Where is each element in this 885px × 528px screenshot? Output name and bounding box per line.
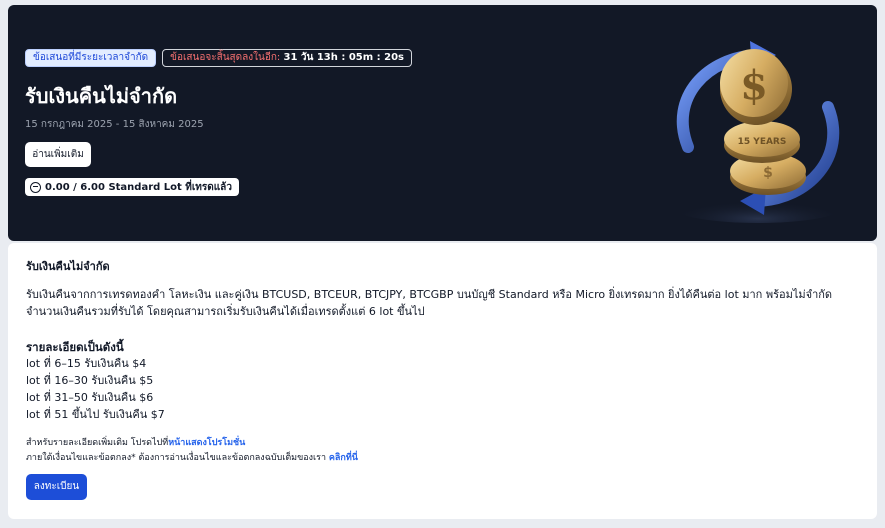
more-info-note: สำหรับรายละเอียดเพิ่มเติม โปรดไปที่หน้าแ…	[26, 435, 245, 449]
promotion-page: ข้อเสนอที่มีระยะเวลาจำกัด ข้อเสนอจะสิ้นส…	[0, 0, 885, 528]
countdown-badge: ข้อเสนอจะสิ้นสุดลงในอีก: 31 วัน 13h : 05…	[162, 49, 412, 67]
read-more-button[interactable]: อ่านเพิ่มเติม	[25, 142, 91, 167]
terms-text: ภายใต้เงื่อนไขและข้อตกลง* ต้องการอ่านเงื…	[26, 453, 329, 463]
terms-note: ภายใต้เงื่อนไขและข้อตกลง* ต้องการอ่านเงื…	[26, 450, 358, 464]
hero-title: รับเงินคืนไม่จำกัด	[25, 84, 178, 108]
minus-circle-icon	[30, 181, 41, 193]
promo-dates: 15 กรกฎาคม 2025 - 15 สิงหาคม 2025	[25, 119, 204, 130]
lot-progress-text: 0.00 / 6.00 Standard Lot ที่เทรดแล้ว	[45, 181, 232, 193]
tier-item: lot ที่ 51 ขึ้นไป รับเงินคืน $7	[26, 408, 165, 421]
lot-progress-badge: 0.00 / 6.00 Standard Lot ที่เทรดแล้ว	[25, 178, 239, 196]
svg-text:$: $	[763, 165, 773, 181]
dollar-coins-cashback-icon: $ 15 YEARS $	[668, 41, 848, 223]
promo-description: รับเงินคืนจากการเทรดทองคำ โลหะเงิน และคู…	[26, 288, 833, 318]
promo-details-card: รับเงินคืนไม่จำกัด รับเงินคืนจากการเทรดท…	[8, 243, 877, 519]
register-button[interactable]: ลงทะเบียน	[26, 474, 87, 500]
limited-time-badge: ข้อเสนอที่มีระยะเวลาจำกัด	[25, 49, 157, 67]
svg-text:$: $	[740, 62, 768, 109]
hero-badge-row: ข้อเสนอที่มีระยะเวลาจำกัด ข้อเสนอจะสิ้นส…	[25, 49, 412, 67]
more-info-text: สำหรับรายละเอียดเพิ่มเติม โปรดไปที่	[26, 438, 169, 448]
promo-hero-card: ข้อเสนอที่มีระยะเวลาจำกัด ข้อเสนอจะสิ้นส…	[8, 5, 877, 241]
tier-list: lot ที่ 6–15 รับเงินคืน $4 lot ที่ 16–30…	[26, 355, 165, 423]
tier-item: lot ที่ 6–15 รับเงินคืน $4	[26, 357, 147, 370]
countdown-label: ข้อเสนอจะสิ้นสุดลงในอีก:	[170, 52, 281, 63]
details-title: รับเงินคืนไม่จำกัด	[26, 260, 110, 273]
tier-item: lot ที่ 31–50 รับเงินคืน $6	[26, 391, 154, 404]
countdown-time: 31 วัน 13h : 05m : 20s	[283, 52, 405, 63]
terms-link[interactable]: คลิกที่นี่	[329, 453, 358, 463]
promotions-page-link[interactable]: หน้าแสดงโปรโมชั่น	[168, 438, 245, 448]
svg-text:15 YEARS: 15 YEARS	[738, 137, 787, 147]
tier-item: lot ที่ 16–30 รับเงินคืน $5	[26, 374, 154, 387]
